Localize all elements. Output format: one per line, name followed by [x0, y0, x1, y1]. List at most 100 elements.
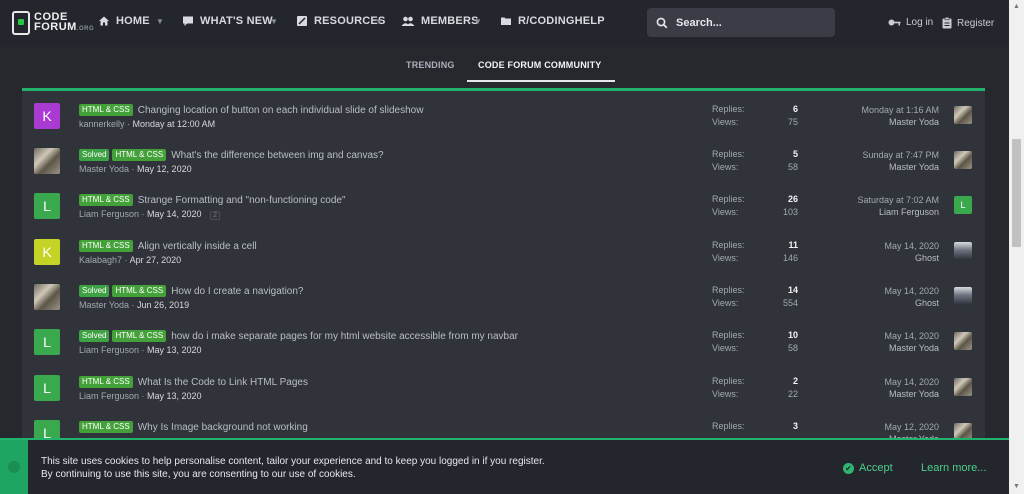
thread-author[interactable]: Liam Ferguson	[79, 345, 139, 355]
thread-date[interactable]: May 13, 2020	[147, 345, 202, 355]
thread-row[interactable]: K HTML & CSS Align vertically inside a c…	[22, 232, 985, 277]
thread-title[interactable]: How do I create a navigation?	[171, 286, 303, 297]
last-post-user[interactable]: Master Yoda	[884, 388, 939, 400]
last-poster-avatar[interactable]	[954, 332, 972, 350]
solved-badge[interactable]: Solved	[79, 149, 110, 161]
thread-title[interactable]: Strange Formatting and "non-functioning …	[138, 195, 346, 206]
avatar[interactable]: L	[34, 375, 60, 401]
prefix-badge[interactable]: HTML & CSS	[112, 285, 167, 297]
avatar[interactable]: K	[34, 103, 60, 129]
last-poster-avatar[interactable]	[954, 287, 972, 305]
last-post-date[interactable]: May 12, 2020	[884, 421, 939, 433]
last-post-date[interactable]: Monday at 1:16 AM	[861, 104, 939, 116]
thread-date[interactable]: Monday at 12:00 AM	[133, 119, 216, 129]
thread-date[interactable]: Apr 27, 2020	[130, 255, 182, 265]
thread-row[interactable]: K HTML & CSS Changing location of button…	[22, 96, 985, 141]
top-navigation: CODE FORUM.ORG HOME ▼ WHAT'S NEW ▼ RESOU…	[0, 0, 1009, 46]
last-poster-avatar[interactable]	[954, 378, 972, 396]
prefix-badge[interactable]: HTML & CSS	[79, 421, 133, 433]
last-post-user[interactable]: Master Yoda	[862, 161, 939, 173]
last-post-user[interactable]: Master Yoda	[884, 342, 939, 354]
prefix-badge[interactable]: HTML & CSS	[79, 376, 133, 388]
last-poster-avatar[interactable]: L	[954, 196, 972, 214]
thread-date[interactable]: Jun 26, 2019	[137, 300, 189, 310]
last-post-date[interactable]: May 14, 2020	[884, 330, 939, 342]
last-poster-avatar[interactable]	[954, 151, 972, 169]
last-post-user[interactable]: Ghost	[884, 252, 939, 264]
prefix-badge[interactable]: HTML & CSS	[112, 330, 167, 342]
last-poster-avatar[interactable]	[954, 242, 972, 260]
learn-more-link[interactable]: Learn more...	[921, 462, 986, 474]
thread-author[interactable]: Kalabagh7	[79, 255, 122, 265]
prefix-badge[interactable]: HTML & CSS	[79, 194, 133, 206]
solved-badge[interactable]: Solved	[79, 330, 110, 342]
thread-row[interactable]: L Solved HTML & CSS how do i make separa…	[22, 322, 985, 367]
site-logo[interactable]: CODE FORUM.ORG	[12, 11, 94, 35]
last-post-user[interactable]: Master Yoda	[861, 116, 939, 128]
page-jump-link[interactable]: 2	[210, 211, 220, 220]
last-post-date[interactable]: Saturday at 7:02 AM	[857, 194, 939, 206]
page-scrollbar[interactable]: ▲ ▼	[1009, 0, 1024, 494]
avatar[interactable]: L	[34, 193, 60, 219]
avatar[interactable]: K	[34, 239, 60, 265]
thread-stats: Replies: 14 Views: 554	[712, 285, 798, 311]
thread-author[interactable]: kannerkelly	[79, 119, 125, 129]
prefix-badge[interactable]: HTML & CSS	[112, 149, 167, 161]
cookie-banner: This site uses cookies to help personali…	[0, 438, 1009, 494]
view-count: 58	[787, 162, 798, 172]
last-post-date[interactable]: May 14, 2020	[884, 376, 939, 388]
chevron-down-icon[interactable]: ▼	[474, 17, 482, 26]
thread-title[interactable]: Align vertically inside a cell	[138, 241, 257, 252]
thread-date[interactable]: May 14, 2020	[147, 209, 202, 219]
scrollbar-thumb[interactable]	[1012, 139, 1021, 247]
thread-title[interactable]: how do i make separate pages for my html…	[171, 331, 518, 342]
tab-trending[interactable]: TRENDING	[406, 60, 455, 70]
thread-title[interactable]: Changing location of button on each indi…	[138, 105, 424, 116]
thread-row[interactable]: Solved HTML & CSS What's the difference …	[22, 141, 985, 186]
register-link[interactable]: Register	[942, 17, 994, 29]
nav-resources[interactable]: RESOURCES	[296, 15, 385, 27]
nav-whats-new-label: WHAT'S NEW	[200, 15, 273, 27]
thread-author[interactable]: Liam Ferguson	[79, 209, 139, 219]
thread-title[interactable]: Why Is Image background not working	[138, 422, 308, 433]
search-input[interactable]: Search...	[647, 8, 835, 37]
last-poster-avatar[interactable]	[954, 106, 972, 124]
thread-author[interactable]: Master Yoda	[79, 164, 129, 174]
nav-home[interactable]: HOME	[98, 15, 150, 27]
thread-author[interactable]: Master Yoda	[79, 300, 129, 310]
thread-title[interactable]: What's the difference between img and ca…	[171, 150, 383, 161]
nav-codinghelp[interactable]: R/CODINGHELP	[500, 15, 605, 27]
avatar[interactable]	[34, 284, 60, 310]
accept-label: Accept	[859, 462, 893, 474]
thread-date[interactable]: May 13, 2020	[147, 391, 202, 401]
thread-row[interactable]: Solved HTML & CSS How do I create a navi…	[22, 277, 985, 322]
thread-stats: Replies: 3	[712, 421, 798, 434]
thread-date[interactable]: May 12, 2020	[137, 164, 192, 174]
avatar[interactable]	[34, 148, 60, 174]
avatar[interactable]: L	[34, 329, 60, 355]
scroll-down-arrow-icon[interactable]: ▼	[1013, 483, 1020, 490]
scroll-up-arrow-icon[interactable]: ▲	[1013, 3, 1020, 10]
tab-code-forum-community[interactable]: CODE FORUM COMMUNITY	[478, 60, 602, 70]
thread-row[interactable]: L HTML & CSS What Is the Code to Link HT…	[22, 368, 985, 413]
accept-cookies-button[interactable]: ✔ Accept	[843, 462, 893, 474]
last-post-date[interactable]: May 14, 2020	[884, 240, 939, 252]
prefix-badge[interactable]: HTML & CSS	[79, 104, 133, 116]
last-post-user[interactable]: Ghost	[884, 297, 939, 309]
nav-members[interactable]: MEMBERS	[401, 15, 479, 27]
chevron-down-icon[interactable]: ▼	[375, 17, 383, 26]
thread-title[interactable]: What Is the Code to Link HTML Pages	[138, 377, 308, 388]
thread-stats: Replies: 26 Views: 103	[712, 194, 798, 220]
last-post-user[interactable]: Liam Ferguson	[857, 206, 939, 218]
last-post-date[interactable]: May 14, 2020	[884, 285, 939, 297]
last-post-date[interactable]: Sunday at 7:47 PM	[862, 149, 939, 161]
login-link[interactable]: Log in	[888, 17, 933, 28]
prefix-badge[interactable]: HTML & CSS	[79, 240, 133, 252]
last-post: May 14, 2020 Master Yoda	[884, 330, 939, 354]
solved-badge[interactable]: Solved	[79, 285, 110, 297]
nav-whats-new[interactable]: WHAT'S NEW	[182, 15, 273, 27]
thread-author[interactable]: Liam Ferguson	[79, 391, 139, 401]
chevron-down-icon[interactable]: ▼	[270, 17, 278, 26]
thread-row[interactable]: L HTML & CSS Strange Formatting and "non…	[22, 186, 985, 231]
chevron-down-icon[interactable]: ▼	[156, 17, 164, 26]
